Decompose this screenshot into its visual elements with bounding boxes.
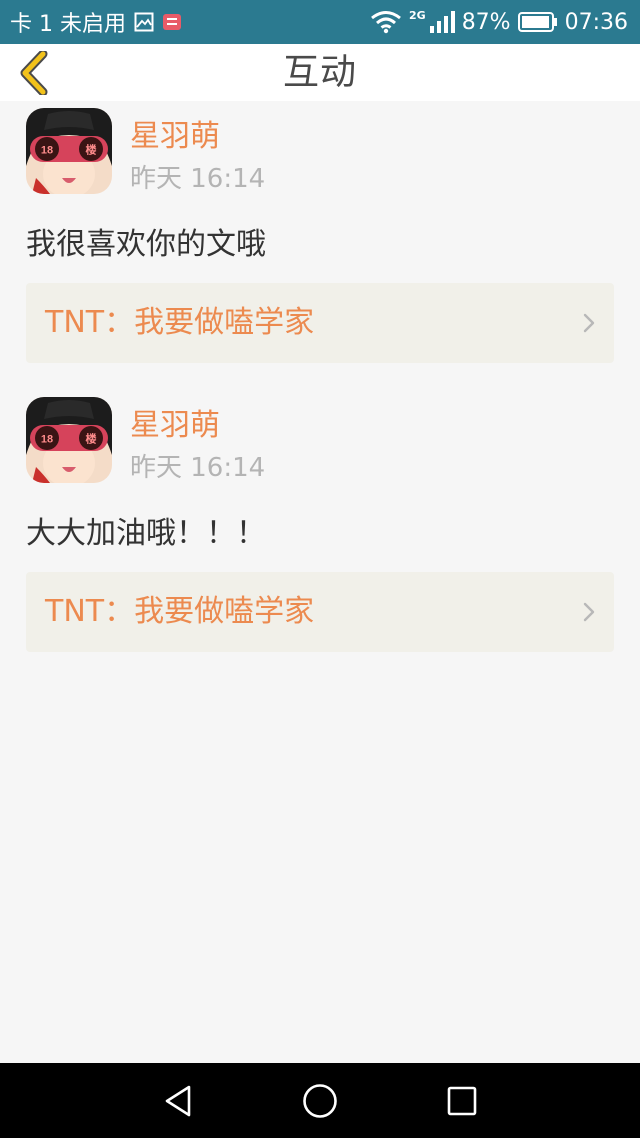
signal-icon [429,10,455,34]
network-type-label: 2G [409,8,426,22]
chevron-right-icon [583,313,595,333]
carrier-label: 卡 1 未启用 [10,12,126,37]
page-title: 互动 [282,52,357,93]
comment-text: 我很喜欢你的文哦 [26,227,266,262]
wifi-icon [370,10,402,34]
reference-title: TNT：我要做嗑学家 [45,305,315,340]
battery-percent: 87% [461,9,511,35]
avatar-image: 18 楼 [26,108,112,194]
nav-home-button[interactable] [298,1079,342,1123]
user-name[interactable]: 星羽萌 [130,408,220,444]
chevron-right-icon [583,602,595,622]
user-name[interactable]: 星羽萌 [130,119,220,155]
clock: 07:36 [564,9,628,35]
nav-back-button[interactable] [156,1079,200,1123]
back-triangle-icon [165,1085,191,1117]
recents-square-icon [447,1086,477,1116]
battery-icon [517,11,558,33]
status-bar: 卡 1 未启用 2G 87% 07:36 [0,0,640,44]
avatar-badge-18: 18 [41,145,53,157]
avatar[interactable]: 18 楼 [26,108,112,194]
comment-text: 大大加油哦！！！ [26,516,266,551]
status-left: 卡 1 未启用 [10,6,182,38]
reference-card[interactable]: TNT：我要做嗑学家 [26,572,614,652]
notification-app-icon [162,12,182,32]
nav-recents-button[interactable] [440,1079,484,1123]
reference-card[interactable]: TNT：我要做嗑学家 [26,283,614,363]
avatar-badge-lou: 楼 [86,432,97,446]
feed-item: 18 楼 星羽萌 昨天 16:14 我很喜欢你的文哦 TNT：我要做嗑学家 [0,101,640,390]
avatar-badge-lou: 楼 [86,143,97,157]
home-circle-icon [303,1084,337,1118]
status-right: 2G 87% 07:36 [370,8,628,35]
interaction-feed: 18 楼 星羽萌 昨天 16:14 我很喜欢你的文哦 TNT：我要做嗑学家 18… [0,101,640,679]
timestamp: 昨天 16:14 [130,453,266,483]
system-nav-bar [0,1063,640,1138]
avatar[interactable]: 18 楼 [26,397,112,483]
avatar-image: 18 楼 [26,397,112,483]
reference-title: TNT：我要做嗑学家 [45,594,315,629]
avatar-badge-18: 18 [41,434,53,446]
timestamp: 昨天 16:14 [130,164,266,194]
app-header: 互动 [0,44,640,101]
feed-item: 18 楼 星羽萌 昨天 16:14 大大加油哦！！！ TNT：我要做嗑学家 [0,390,640,679]
image-icon [134,12,154,32]
